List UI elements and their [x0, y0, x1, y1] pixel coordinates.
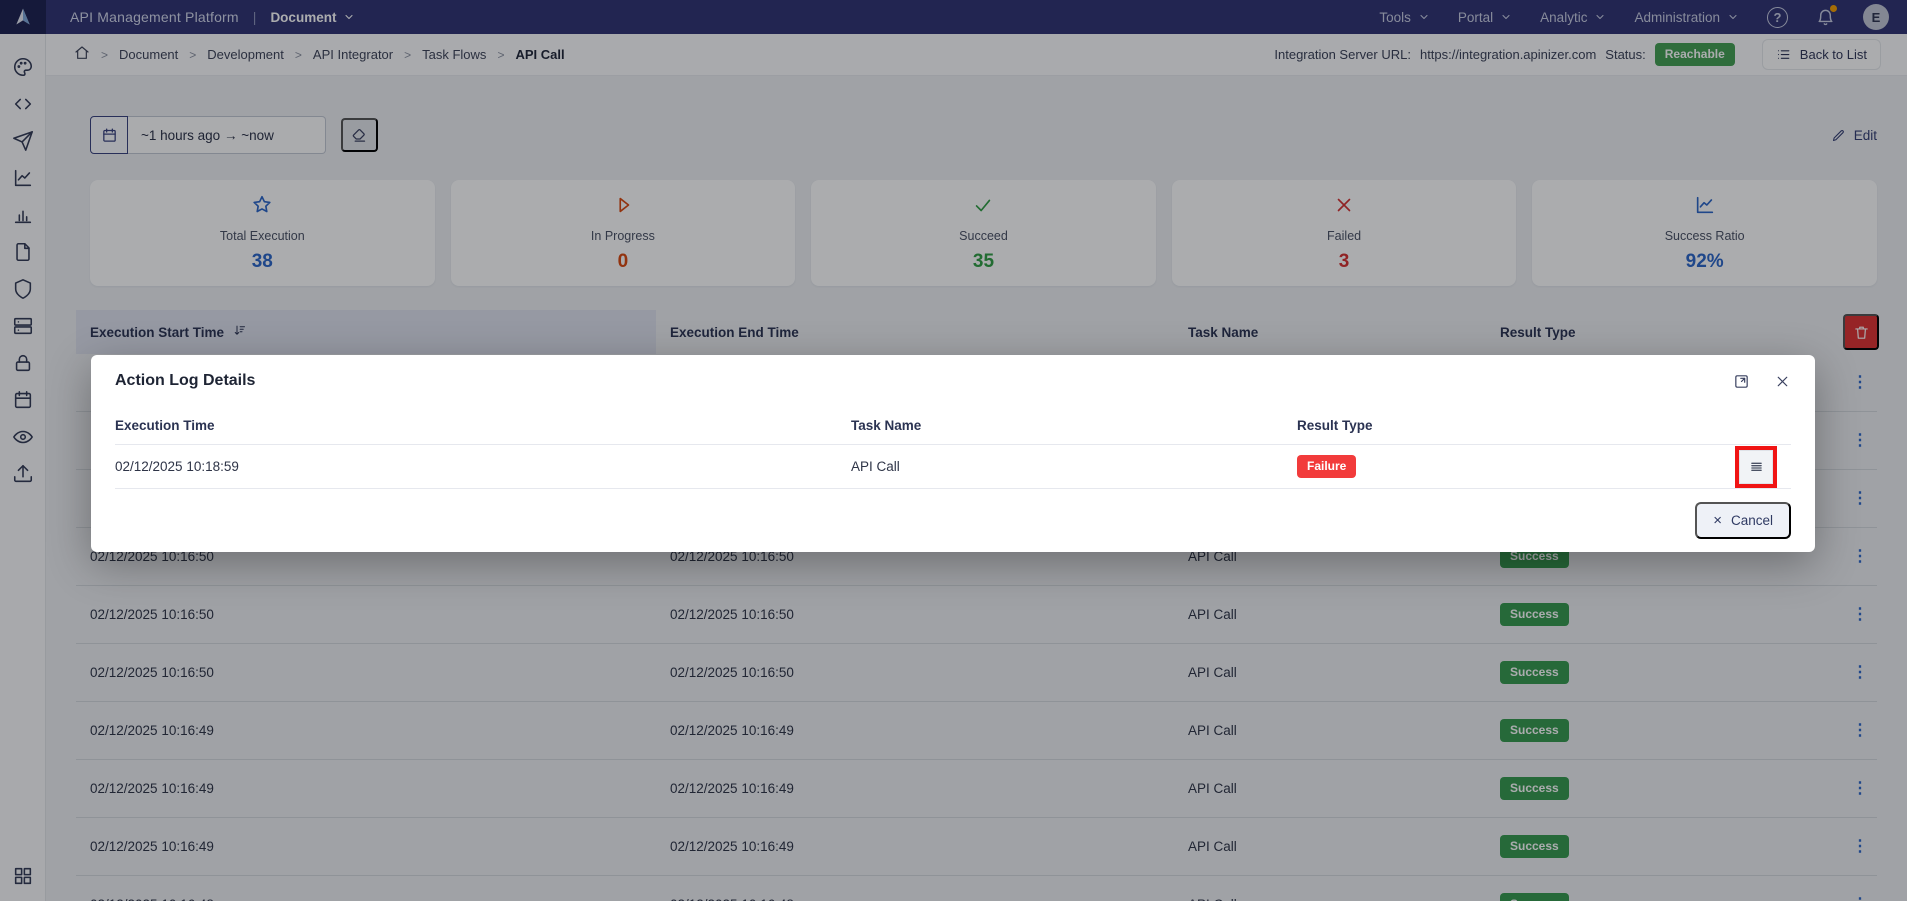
modal-footer: × Cancel	[115, 489, 1791, 551]
log-detail-menu-button[interactable]	[1739, 450, 1773, 484]
modal-column-execution-time: Execution Time	[115, 418, 851, 433]
modal-row-task: API Call	[851, 459, 1297, 474]
modal-column-result-type: Result Type	[1297, 418, 1735, 433]
modal-title: Action Log Details	[115, 372, 255, 390]
hamburger-menu-icon	[1748, 458, 1765, 475]
annotation-highlight-box	[1735, 446, 1777, 488]
modal-header: Action Log Details	[115, 355, 1791, 407]
failure-badge: Failure	[1297, 455, 1356, 477]
modal-table-header: Execution Time Task Name Result Type	[115, 407, 1791, 445]
modal-table-row: 02/12/2025 10:18:59 API Call Failure	[115, 445, 1791, 489]
modal-row-time: 02/12/2025 10:18:59	[115, 459, 851, 474]
action-log-details-modal: Action Log Details Execution Time Task N…	[91, 355, 1815, 552]
modal-column-task-name: Task Name	[851, 418, 1297, 433]
cancel-button[interactable]: × Cancel	[1695, 502, 1791, 539]
maximize-icon[interactable]	[1733, 373, 1750, 390]
close-icon[interactable]	[1774, 373, 1791, 390]
x-icon: ×	[1713, 513, 1722, 528]
